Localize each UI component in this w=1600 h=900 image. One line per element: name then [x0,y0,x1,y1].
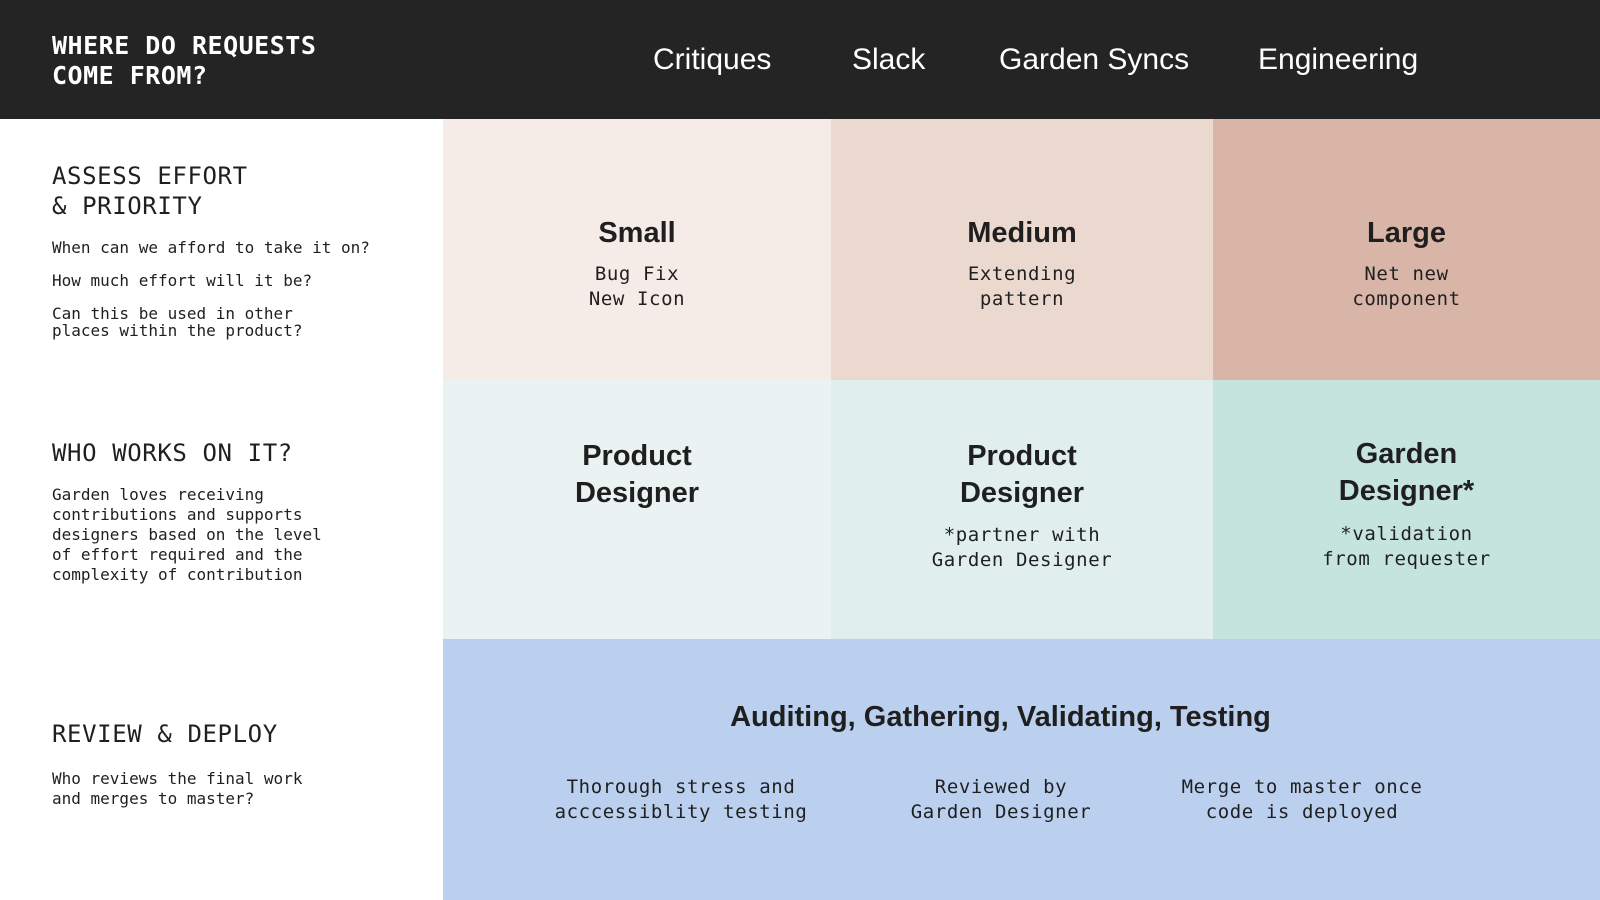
worker-3-sub: *validation from requester [1322,523,1491,570]
header-bar: WHERE DO REQUESTS COME FROM? Critiques S… [0,0,1600,119]
review-step-testing: Thorough stress and acccessiblity testin… [554,776,808,823]
who-text: Garden loves receiving contributions and… [52,485,322,584]
effort-medium-title: Medium [967,217,1077,249]
worker-product-designer-partner-cell: Product Designer *partner with Garden De… [831,380,1213,639]
header-title: WHERE DO REQUESTS COME FROM? [52,31,317,90]
worker-2-title: Product Designer [959,440,1085,509]
assess-question-3: Can this be used in other places within … [52,304,303,340]
worker-garden-designer-cell: Garden Designer* *validation from reques… [1213,380,1600,639]
effort-large-title: Large [1367,217,1446,249]
effort-medium-cell: Medium Extending pattern [831,119,1213,380]
review-step-merge: Merge to master once code is deployed [1181,776,1423,823]
worker-2-sub: *partner with Garden Designer [931,524,1113,571]
assess-question-1: When can we afford to take it on? [52,238,370,257]
effort-small-sub: Bug Fix New Icon [588,263,686,310]
effort-large-cell: Large Net new component [1213,119,1600,380]
who-heading: WHO WORKS ON IT? [52,439,293,467]
review-block-title: Auditing, Gathering, Validating, Testing [730,701,1271,733]
worker-3-title: Garden Designer* [1338,438,1475,507]
source-engineering: Engineering [1258,43,1419,76]
effort-small-cell: Small Bug Fix New Icon [443,119,831,380]
source-garden-syncs: Garden Syncs [999,43,1190,76]
review-text: Who reviews the final work and merges to… [52,769,303,808]
review-heading: REVIEW & DEPLOY [52,720,278,748]
review-step-reviewed: Reviewed by Garden Designer [910,776,1092,823]
source-critiques: Critiques [653,43,772,76]
assess-heading: ASSESS EFFORT & PRIORITY [52,162,248,220]
worker-1-title: Product Designer [574,440,700,509]
assess-question-2: How much effort will it be? [52,271,313,290]
effort-large-sub: Net new component [1352,263,1461,310]
effort-medium-sub: Extending pattern [967,263,1077,310]
worker-product-designer-cell: Product Designer [443,380,831,639]
source-slack: Slack [852,43,926,76]
effort-small-title: Small [598,217,676,249]
review-block [443,639,1600,900]
